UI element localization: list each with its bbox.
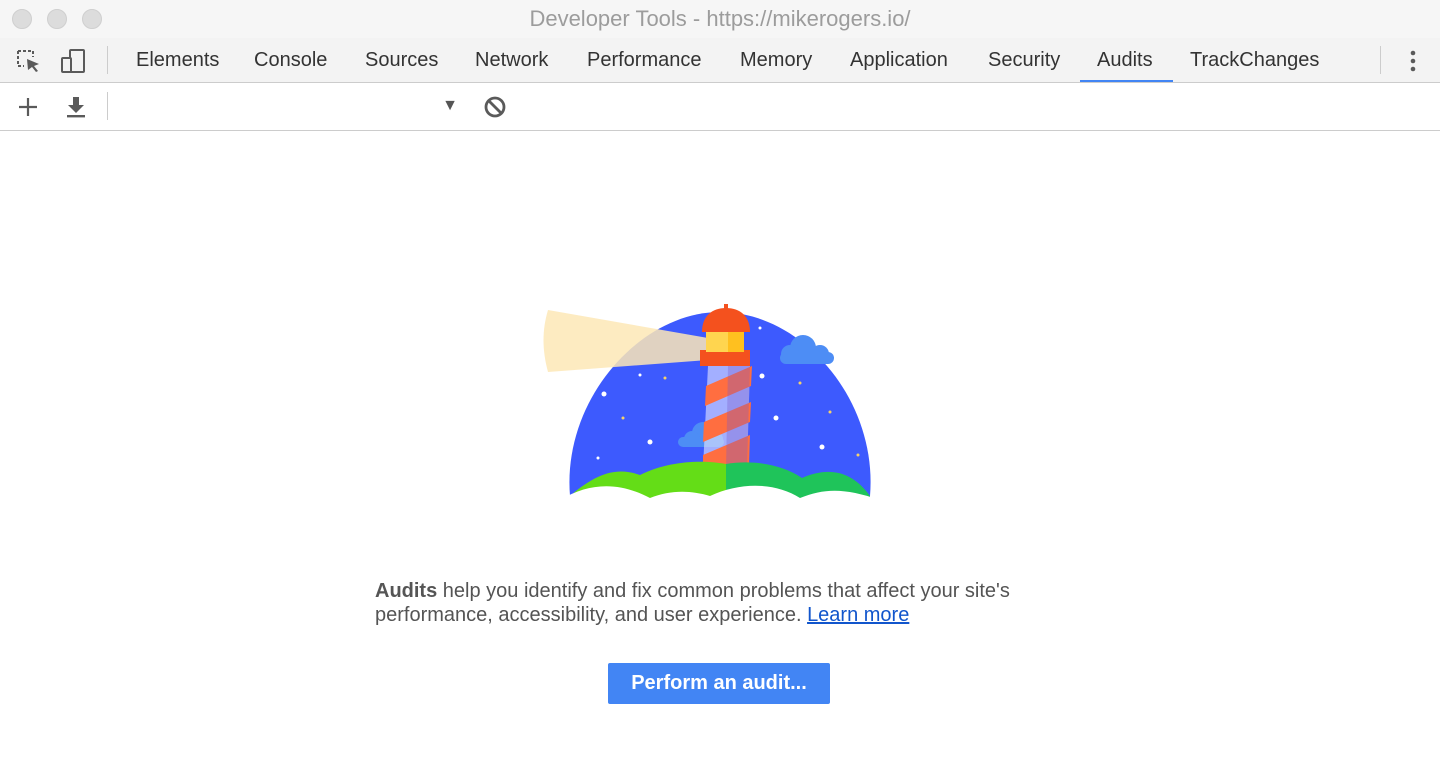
- tabbar-divider: [107, 46, 108, 74]
- device-toolbar-icon[interactable]: [60, 48, 86, 74]
- tab-trackchanges[interactable]: TrackChanges: [1190, 38, 1319, 82]
- tab-security[interactable]: Security: [988, 38, 1060, 82]
- devtools-tabbar: Elements Console Sources Network Perform…: [0, 38, 1440, 83]
- chevron-down-icon: ▼: [442, 97, 458, 114]
- lighthouse-illustration: [543, 304, 880, 500]
- clear-icon[interactable]: [481, 93, 509, 121]
- tab-performance[interactable]: Performance: [587, 38, 702, 82]
- report-select[interactable]: ▼: [114, 91, 464, 121]
- audits-toolbar: ▼: [0, 83, 1440, 131]
- minimize-window-button[interactable]: [47, 9, 67, 29]
- tab-memory[interactable]: Memory: [740, 38, 812, 82]
- tab-elements[interactable]: Elements: [136, 38, 219, 82]
- zoom-window-button[interactable]: [82, 9, 102, 29]
- tab-network[interactable]: Network: [475, 38, 548, 82]
- toolbar-divider: [107, 92, 108, 120]
- tab-application[interactable]: Application: [850, 38, 948, 82]
- audits-description-text: help you identify and fix common problem…: [375, 580, 1010, 626]
- inspect-element-icon[interactable]: [15, 48, 41, 74]
- add-icon[interactable]: [14, 93, 42, 121]
- close-window-button[interactable]: [12, 9, 32, 29]
- perform-audit-button[interactable]: Perform an audit...: [608, 663, 830, 704]
- audits-description-bold: Audits: [375, 580, 438, 602]
- download-icon[interactable]: [62, 93, 90, 121]
- tab-console[interactable]: Console: [254, 38, 327, 82]
- tab-audits[interactable]: Audits: [1097, 38, 1153, 82]
- window-title: Developer Tools - https://mikerogers.io/: [529, 6, 911, 31]
- more-options-icon[interactable]: [1400, 48, 1426, 74]
- active-tab-indicator: [1080, 80, 1173, 82]
- tab-sources[interactable]: Sources: [365, 38, 438, 82]
- tabbar-divider-right: [1380, 46, 1381, 74]
- learn-more-link[interactable]: Learn more: [807, 604, 909, 626]
- window-titlebar: Developer Tools - https://mikerogers.io/: [0, 0, 1440, 38]
- audits-description: Audits help you identify and fix common …: [375, 579, 1095, 627]
